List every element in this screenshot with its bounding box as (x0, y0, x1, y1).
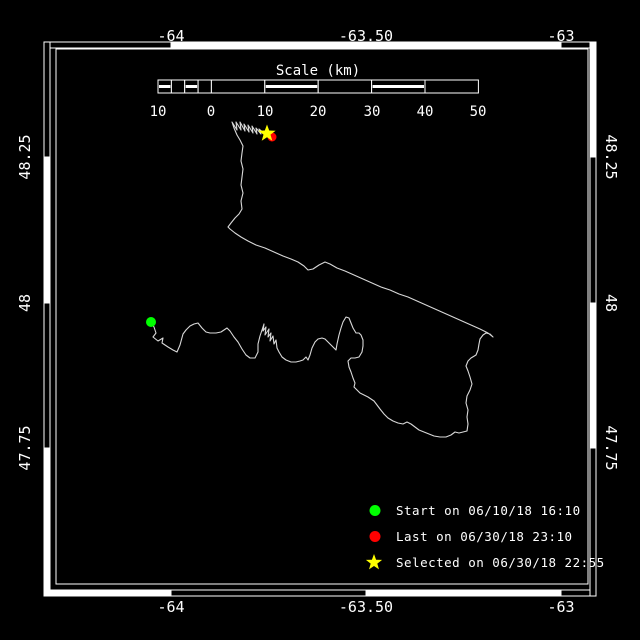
axis-label-left-lat-1: 48.25 (16, 134, 34, 180)
legend-label-selected: Selected on 06/30/18 22:55 (396, 555, 605, 570)
axis-label-top-lon-3: -63 (547, 27, 575, 45)
frame-zebra-segment (170, 589, 367, 597)
scalebar-segment-stripe (185, 85, 198, 88)
frame-zebra-segment (43, 447, 51, 597)
scalebar-segment (424, 79, 479, 94)
axis-label-left-lat-3: 47.75 (16, 425, 34, 471)
axis-label-bottom-lon-3: -63 (547, 598, 575, 616)
scalebar-num-5: 40 (416, 104, 434, 120)
axis-label-left-lat-2: 48 (16, 293, 34, 313)
axis-label-bottom-lon-1: -64 (157, 598, 185, 616)
start-marker (146, 317, 156, 327)
legend-marker-1 (369, 531, 381, 542)
legend-label-last: Last on 06/30/18 23:10 (396, 529, 573, 544)
axis-label-bottom-lon-2: -63.50 (338, 598, 394, 616)
map-window: -64 -63.50 -63 -64 -63.50 -63 48.25 48 4… (0, 0, 640, 640)
axis-label-right-lat-1: 48.25 (602, 134, 620, 180)
scalebar-num-1: 0 (206, 104, 216, 120)
axis-label-right-lat-3: 47.75 (602, 425, 620, 471)
frame-zebra-segment (43, 41, 172, 49)
frame-zebra-segment (589, 156, 597, 304)
frame-zebra-segment (43, 302, 51, 449)
axis-label-right-lat-2: 48 (602, 293, 620, 313)
frame-zebra-segment (43, 41, 51, 158)
scalebar-num-6: 50 (469, 104, 487, 120)
frame-zebra-segment (589, 302, 597, 449)
frame-zebra-segment (43, 156, 51, 304)
legend-marker-2 (365, 554, 383, 570)
legend-label-start: Start on 06/10/18 16:10 (396, 503, 581, 518)
axis-label-top-lon-2: -63.50 (338, 27, 394, 45)
scalebar-segment (170, 79, 186, 94)
scalebar-segment-stripe (159, 85, 171, 88)
scalebar-title: Scale (km) (275, 63, 361, 79)
scalebar-num-4: 30 (363, 104, 381, 120)
scalebar-segment (197, 79, 212, 94)
frame-zebra-segment (589, 447, 597, 597)
frame-zebra-segment (365, 589, 562, 597)
axis-label-top-lon-1: -64 (157, 27, 185, 45)
scalebar-segment (317, 79, 373, 94)
scalebar-num-2: 10 (256, 104, 274, 120)
map-canvas (43, 41, 597, 597)
scalebar-num-3: 20 (309, 104, 327, 120)
scalebar-segment-stripe (265, 85, 318, 88)
frame-zebra-segment (589, 41, 597, 158)
scalebar-num-0: 10 (149, 104, 167, 120)
scalebar-segment-stripe (372, 85, 424, 88)
frame-zebra-segment (43, 589, 172, 597)
track-path (150, 121, 494, 438)
scalebar-segment (210, 79, 266, 94)
legend-marker-0 (369, 505, 381, 516)
